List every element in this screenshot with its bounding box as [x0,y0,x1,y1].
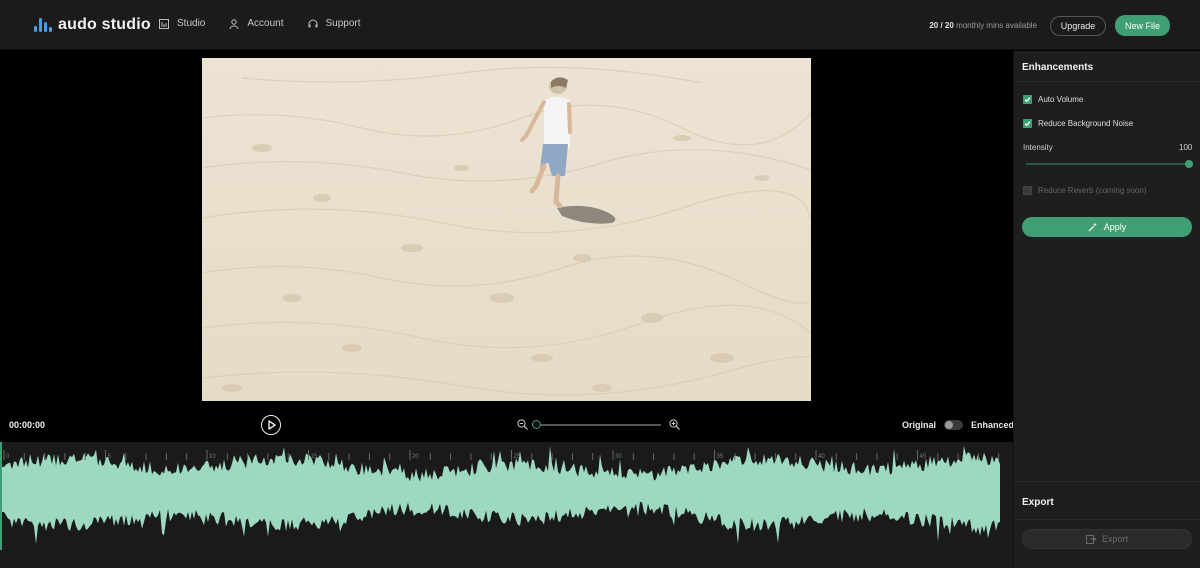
timecode: 00:00:00 [9,420,46,430]
player-controls: 00:00:00 Original Enhanced [0,409,1015,442]
reduce-noise-label: Reduce Background Noise [1038,119,1134,128]
logo-text: audo studio [58,16,151,33]
ruler-label: 35 [717,454,724,460]
toggle-knob [945,421,953,429]
nav-support[interactable]: Support [308,18,361,29]
magic-wand-icon [1088,222,1097,232]
enhanced-toggle[interactable] [944,420,963,430]
nav-studio-label: Studio [177,18,206,29]
ruler-label: 5 [108,454,112,460]
reduce-noise-checkbox[interactable] [1023,119,1032,128]
upgrade-button[interactable]: Upgrade [1050,16,1106,36]
ruler-label: 10 [209,454,216,460]
auto-volume-label: Auto Volume [1038,95,1084,104]
reduce-noise-option[interactable]: Reduce Background Noise [1023,119,1133,128]
waveform-shape [2,446,1000,544]
intensity-label: Intensity [1023,143,1053,152]
nav-account[interactable]: Account [229,18,284,29]
zoom-slider[interactable] [532,420,661,429]
video-image [202,58,811,401]
reduce-reverb-option: Reduce Reverb (coming soon) [1023,186,1147,195]
divider [1014,481,1200,482]
minutes-suffix: monthly mins available [956,21,1037,30]
timeline-ruler[interactable]: 0 5 10 15 20 25 30 35 40 45 [0,442,1013,460]
reduce-reverb-label: Reduce Reverb (coming soon) [1038,186,1147,195]
enhancements-title: Enhancements [1022,62,1094,73]
zoom-in-icon[interactable] [669,419,680,430]
main-nav: Studio Account Support [159,18,385,29]
new-file-button[interactable]: New File [1115,15,1170,36]
enhanced-label: Enhanced [971,420,1015,430]
divider [1014,519,1200,520]
play-button[interactable] [261,415,281,435]
logo-icon [34,15,52,35]
zoom-out-icon[interactable] [517,419,528,430]
minutes-used: 20 / 20 [929,21,954,30]
waveform-panel[interactable]: 0 5 10 15 20 25 30 35 40 45 [0,442,1013,568]
user-icon [229,18,239,29]
ruler-label: 20 [412,454,419,460]
nav-studio[interactable]: Studio [159,18,205,29]
check-icon [1024,121,1031,127]
export-label: Export [1101,534,1128,544]
ruler-label: 15 [311,454,318,460]
logo[interactable]: audo studio [34,14,151,36]
original-label: Original [902,420,937,430]
intensity-value: 100 [1179,143,1193,152]
ruler-label: 30 [615,454,622,460]
export-title: Export [1022,497,1054,508]
export-button[interactable]: Export [1022,529,1192,549]
export-icon [1085,535,1096,544]
top-bar: audo studio Studio Account Support 20 / … [0,0,1200,50]
play-icon [267,419,276,430]
check-icon [1024,97,1031,103]
intensity-slider[interactable] [1026,160,1193,168]
apply-button[interactable]: Apply [1022,217,1192,237]
ruler-label: 40 [818,454,825,460]
ruler-label: 45 [920,454,927,460]
zoom-slider-thumb[interactable] [532,420,541,429]
video-area [0,51,1013,441]
ruler-label: 0 [6,454,10,460]
nav-support-label: Support [325,18,361,29]
enhancements-sidebar: Enhancements Auto Volume Reduce Backgrou… [1013,51,1200,568]
divider [1014,81,1200,82]
auto-volume-checkbox[interactable] [1023,95,1032,104]
studio-icon [159,18,169,29]
video-frame[interactable] [202,58,811,401]
auto-volume-option[interactable]: Auto Volume [1023,95,1083,104]
minutes-available: 20 / 20 monthly mins available [929,21,1037,30]
headset-icon [308,19,317,27]
apply-label: Apply [1103,222,1127,232]
nav-account-label: Account [247,18,284,29]
ruler-label: 25 [514,454,521,460]
intensity-slider-thumb[interactable] [1185,160,1193,168]
reduce-reverb-checkbox [1023,186,1032,195]
